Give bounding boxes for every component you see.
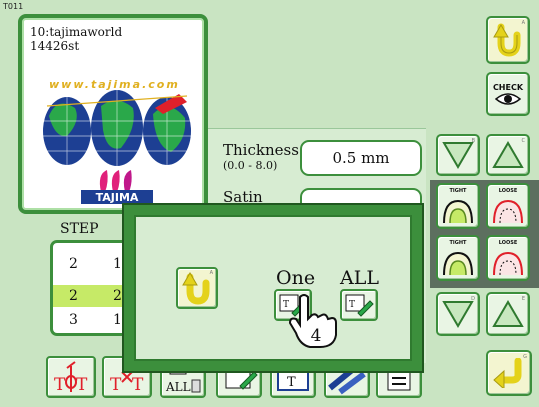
dialog-body: A One T ALL T 4 [134,215,412,361]
thickness-label: Thickness [223,141,299,159]
screen-id: T011 [3,2,24,11]
triangle-down-icon [442,142,474,169]
triangle-up-icon [492,300,524,327]
tight-label-2: TIGHT [449,240,467,246]
enter-arrow-icon [493,358,522,388]
enter-mark: G [523,354,527,360]
value-decrease-button[interactable]: D [436,292,480,336]
apply-all-label: ALL [340,267,379,289]
step-row-value-b: 1 [113,256,122,272]
triangle-up-icon [492,141,524,168]
step-row-value-a: 3 [69,312,78,328]
edit-pencil-icon: T [345,294,374,317]
apply-one-label: One [276,267,316,289]
svg-text:T: T [132,375,144,395]
satin-loose-button-2[interactable]: LOOSE [486,235,530,281]
check-eye-icon [495,92,521,105]
triangle-down-icon [442,301,474,328]
step-row-value-b: 1 [113,312,122,328]
undo-arrow-icon [493,23,521,57]
value-decrease-mark: D [471,296,475,302]
step-list: 2 1 2 2 3 1 [50,240,130,336]
dialog-back-button[interactable]: A [176,267,218,309]
needle-up-button[interactable]: T T [46,356,96,398]
design-preview: 10:tajimaworld 14426st www.tajima.com TA… [18,14,208,214]
step-row[interactable]: 3 1 [53,309,127,331]
globe-logo-icon: www.tajima.com TAJIMA [43,78,191,204]
value-increase-mark: E [521,296,525,302]
undo-button[interactable]: A [486,16,530,64]
value-increase-button[interactable]: E [486,292,530,336]
tight-label: TIGHT [449,188,467,194]
loose-arc-icon [493,199,523,224]
needle-up-icon: T T [54,361,88,395]
thickness-increase-button[interactable]: C [486,134,530,176]
check-label: CHECK [492,82,524,92]
check-button[interactable]: CHECK [486,72,530,116]
logo-url-text: www.tajima.com [49,78,180,91]
design-stitch-count: 14426st [30,39,80,53]
svg-text:T: T [349,300,355,310]
satin-tight-button-2[interactable]: TIGHT [436,235,480,281]
loose-arc-icon [493,251,523,276]
loose-label: LOOSE [498,188,518,194]
satin-tight-button[interactable]: TIGHT [436,183,480,229]
design-name: 10:tajimaworld [30,25,123,39]
step-row-selected[interactable]: 2 2 [53,285,127,307]
enter-button[interactable]: G [486,350,532,396]
undo-mark: A [521,20,525,26]
dialog-back-mark: A [209,270,213,276]
thickness-decrease-mark: B [471,138,475,144]
loose-label-2: LOOSE [498,240,518,246]
pointer-number: 4 [311,326,322,346]
step-row-value-a: 2 [69,256,78,272]
step-title: STEP [60,221,99,237]
svg-text:T: T [54,375,66,395]
step-row-value-b: 2 [113,288,122,304]
tight-arc-icon [443,251,473,276]
satin-loose-button[interactable]: LOOSE [486,183,530,229]
thickness-decrease-button[interactable]: B [436,134,480,176]
thickness-value-field[interactable]: 0.5 mm [300,140,422,176]
delete-all-label: ALL [165,380,191,394]
step-row[interactable]: 2 1 [53,253,127,275]
thickness-value: 0.5 mm [332,149,390,167]
tight-arc-icon [443,199,473,224]
hand-pointer-icon: 4 [288,294,337,348]
svg-text:T: T [76,375,88,395]
thickness-increase-mark: C [521,138,526,144]
svg-text:T: T [110,375,122,395]
apply-scope-dialog: A One T ALL T 4 [122,203,424,373]
thickness-range: (0.0 - 8.0) [223,159,278,172]
step-row-value-a: 2 [69,288,78,304]
svg-text:T: T [287,375,296,390]
